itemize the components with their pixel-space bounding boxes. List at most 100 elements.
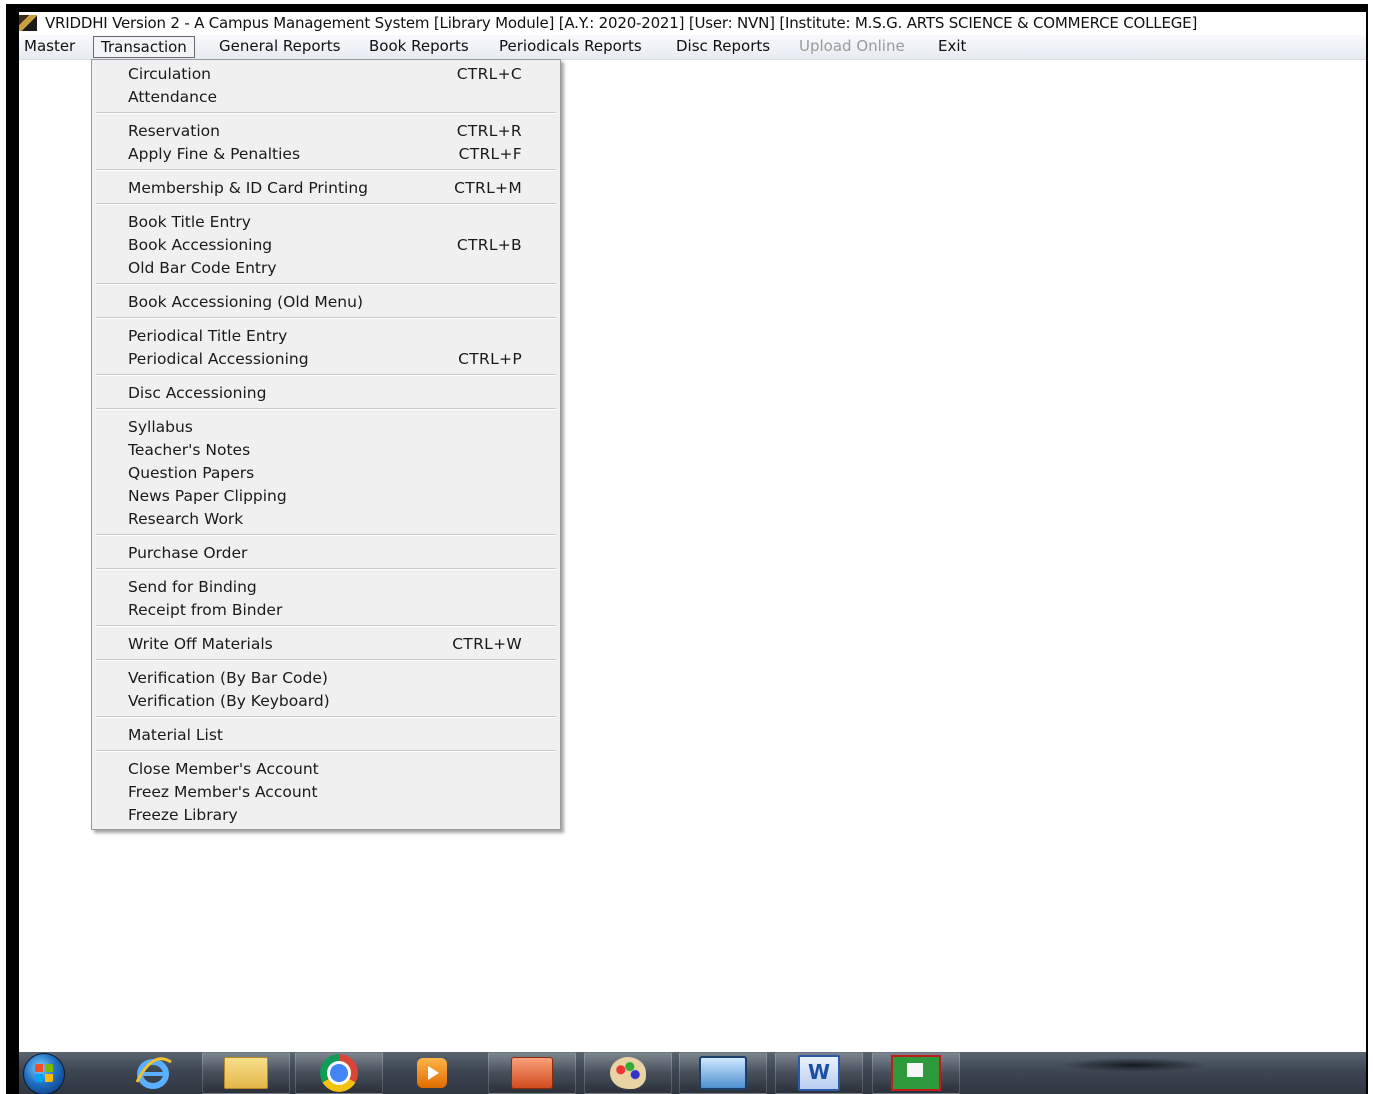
menu-item-write-off-materials[interactable]: Write Off Materials CTRL+W [92, 633, 558, 656]
menu-item-close-member-account[interactable]: Close Member's Account [92, 758, 558, 781]
menu-item-label: Book Accessioning [128, 236, 273, 254]
menu-item-label: Attendance [128, 88, 218, 106]
menu-item-material-list[interactable]: Material List [92, 724, 558, 747]
menu-item-label: Verification (By Bar Code) [128, 669, 328, 687]
windows-start-orb-icon[interactable] [23, 1053, 65, 1094]
menu-separator [96, 750, 556, 752]
menu-item-periodical-accessioning[interactable]: Periodical Accessioning CTRL+P [92, 348, 558, 371]
title-bar[interactable]: VRIDDHI Version 2 - A Campus Management … [19, 12, 1366, 35]
windows-logo-icon [35, 1064, 53, 1082]
menu-general-reports[interactable]: General Reports [219, 36, 340, 57]
menu-separator [96, 317, 556, 319]
menu-item-verification-bar-code[interactable]: Verification (By Bar Code) [92, 667, 558, 690]
vriddhi-app-icon [891, 1055, 941, 1091]
menu-item-book-title-entry[interactable]: Book Title Entry [92, 211, 558, 234]
menu-item-send-for-binding[interactable]: Send for Binding [92, 576, 558, 599]
menu-item-purchase-order[interactable]: Purchase Order [92, 542, 558, 565]
menu-item-syllabus[interactable]: Syllabus [92, 416, 558, 439]
menu-item-old-bar-code-entry[interactable]: Old Bar Code Entry [92, 257, 558, 280]
menu-item-label: Book Accessioning (Old Menu) [128, 293, 363, 311]
menu-item-attendance[interactable]: Attendance [92, 86, 558, 109]
display-screen-icon [699, 1056, 747, 1090]
menu-item-shortcut: CTRL+W [452, 635, 522, 653]
menu-item-label: Reservation [128, 122, 220, 140]
taskbar-word[interactable] [775, 1052, 863, 1094]
menu-separator [96, 659, 556, 661]
menu-item-shortcut: CTRL+M [454, 179, 522, 197]
menu-periodicals-reports[interactable]: Periodicals Reports [499, 36, 642, 57]
menu-separator [96, 112, 556, 114]
menu-item-label: Receipt from Binder [128, 601, 283, 619]
folder-icon [224, 1057, 268, 1089]
menu-book-reports[interactable]: Book Reports [369, 36, 469, 57]
taskbar-internet-explorer[interactable] [109, 1052, 197, 1094]
taskbar-vriddhi[interactable] [872, 1052, 960, 1094]
menu-item-label: Research Work [128, 510, 244, 528]
window-frame: VRIDDHI Version 2 - A Campus Management … [6, 4, 1368, 1094]
menu-item-label: Freez Member's Account [128, 783, 318, 801]
taskbar-paint[interactable] [584, 1052, 672, 1094]
menu-disc-reports[interactable]: Disc Reports [676, 36, 770, 57]
word-icon [798, 1055, 840, 1091]
menu-item-label: Freeze Library [128, 806, 238, 824]
menu-upload-online: Upload Online [799, 37, 905, 55]
menu-item-verification-keyboard[interactable]: Verification (By Keyboard) [92, 690, 558, 713]
menu-item-disc-accessioning[interactable]: Disc Accessioning [92, 382, 558, 405]
menu-item-membership-id-card[interactable]: Membership & ID Card Printing CTRL+M [92, 177, 558, 200]
menu-separator [96, 203, 556, 205]
menu-item-apply-fine[interactable]: Apply Fine & Penalties CTRL+F [92, 143, 558, 166]
menu-item-shortcut: CTRL+P [458, 350, 522, 368]
menu-item-label: Question Papers [128, 464, 255, 482]
menu-item-label: Teacher's Notes [128, 441, 251, 459]
menu-item-freez-member-account[interactable]: Freez Member's Account [92, 781, 558, 804]
menu-item-shortcut: CTRL+B [456, 236, 522, 254]
menu-item-label: Close Member's Account [128, 760, 319, 778]
menu-separator [96, 534, 556, 536]
menu-item-shortcut: CTRL+F [458, 145, 522, 163]
app-logo-icon [19, 15, 37, 31]
menu-separator [96, 408, 556, 410]
menu-item-label: Old Bar Code Entry [128, 259, 277, 277]
menu-item-circulation[interactable]: Circulation CTRL+C [92, 63, 558, 86]
menu-item-reservation[interactable]: Reservation CTRL+R [92, 120, 558, 143]
menu-item-book-accessioning[interactable]: Book Accessioning CTRL+B [92, 234, 558, 257]
menu-item-label: Send for Binding [128, 578, 257, 596]
menu-item-label: Verification (By Keyboard) [128, 692, 330, 710]
app-window: VRIDDHI Version 2 - A Campus Management … [19, 12, 1366, 1094]
menu-item-shortcut: CTRL+C [456, 65, 522, 83]
menu-separator [96, 169, 556, 171]
menu-separator [96, 374, 556, 376]
menu-item-label: Purchase Order [128, 544, 248, 562]
menu-exit[interactable]: Exit [938, 36, 966, 57]
taskbar-file-explorer[interactable] [202, 1052, 290, 1094]
menu-item-label: News Paper Clipping [128, 487, 287, 505]
menu-item-label: Apply Fine & Penalties [128, 145, 301, 163]
chrome-icon [320, 1054, 358, 1092]
paint-palette-icon [610, 1057, 646, 1089]
menu-item-research-work[interactable]: Research Work [92, 508, 558, 531]
menu-bar: Master Transaction General Reports Book … [19, 35, 1366, 60]
menu-item-label: Book Title Entry [128, 213, 251, 231]
taskbar [19, 1052, 1366, 1094]
taskbar-display[interactable] [679, 1052, 767, 1094]
menu-item-periodical-title-entry[interactable]: Periodical Title Entry [92, 325, 558, 348]
menu-master[interactable]: Master [24, 36, 75, 57]
window-title: VRIDDHI Version 2 - A Campus Management … [45, 14, 1198, 32]
menu-item-receipt-from-binder[interactable]: Receipt from Binder [92, 599, 558, 622]
internet-explorer-icon [135, 1057, 172, 1089]
taskbar-chrome[interactable] [295, 1052, 383, 1094]
media-player-icon [417, 1058, 447, 1088]
menu-item-freeze-library[interactable]: Freeze Library [92, 804, 558, 827]
menu-separator [96, 625, 556, 627]
menu-separator [96, 283, 556, 285]
menu-item-book-accessioning-old[interactable]: Book Accessioning (Old Menu) [92, 291, 558, 314]
taskbar-glare [1059, 1058, 1209, 1072]
taskbar-powerpoint[interactable] [488, 1052, 576, 1094]
menu-item-teachers-notes[interactable]: Teacher's Notes [92, 439, 558, 462]
menu-item-question-papers[interactable]: Question Papers [92, 462, 558, 485]
menu-transaction[interactable]: Transaction [93, 36, 195, 58]
taskbar-media-player[interactable] [388, 1052, 476, 1094]
menu-item-label: Write Off Materials [128, 635, 273, 653]
menu-item-label: Disc Accessioning [128, 384, 267, 402]
menu-item-news-paper-clipping[interactable]: News Paper Clipping [92, 485, 558, 508]
